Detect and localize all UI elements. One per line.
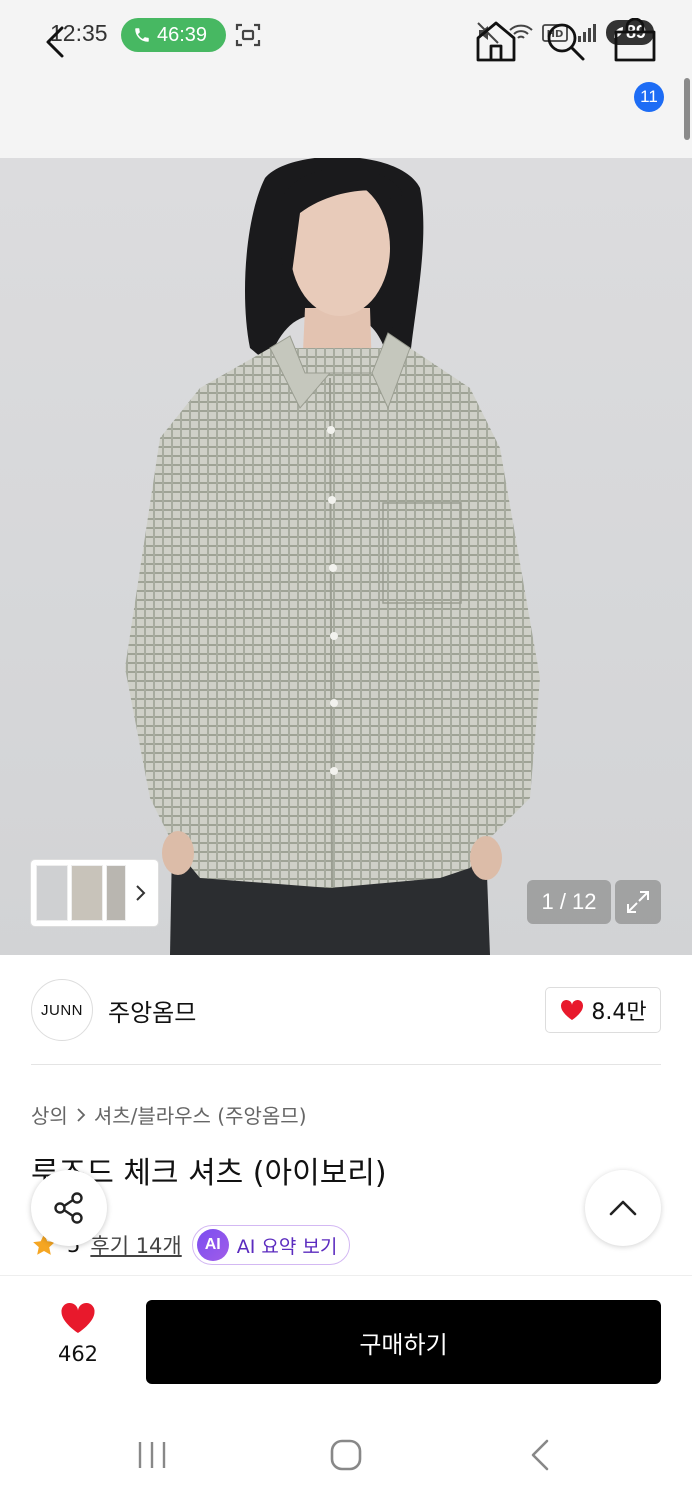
breadcrumb: 상의 셔츠/블라우스 (주앙옴므) [31, 1100, 307, 1129]
app-header [0, 68, 692, 158]
chevron-right-icon[interactable] [135, 884, 147, 902]
recents-icon[interactable] [136, 1440, 168, 1470]
share-button[interactable] [31, 1170, 107, 1246]
review-link[interactable]: 후기 14개 [90, 1230, 181, 1260]
back-nav-icon[interactable] [528, 1438, 552, 1472]
brand-like-count: 8.4만 [591, 1000, 647, 1025]
ai-summary-label: AI 요약 보기 [236, 1235, 338, 1258]
chevron-up-icon [609, 1200, 637, 1216]
home-nav-icon[interactable] [329, 1438, 363, 1472]
breadcrumb-item[interactable]: 상의 [31, 1100, 68, 1129]
call-indicator[interactable]: 46:39 [121, 18, 226, 52]
heart-icon [561, 999, 584, 1020]
scroll-top-button[interactable] [585, 1170, 661, 1246]
ai-badge: AI [196, 1229, 229, 1261]
thumbnail[interactable] [71, 865, 103, 921]
model-photo [125, 158, 540, 955]
wishlist-button[interactable]: 462 [40, 1300, 116, 1384]
heart-icon [61, 1302, 95, 1333]
image-counter: 1 / 12 [527, 880, 611, 924]
brand-logo[interactable]: JUNN [31, 979, 93, 1041]
breadcrumb-item[interactable]: 셔츠/블라우스 (주앙옴므) [94, 1100, 307, 1129]
ai-summary-button[interactable]: AI AI 요약 보기 [191, 1225, 351, 1265]
scrollbar[interactable] [684, 78, 690, 140]
chevron-right-icon [77, 1107, 86, 1122]
thumbnail[interactable] [36, 865, 68, 921]
back-button[interactable] [38, 20, 72, 64]
brand-like-button[interactable]: 8.4만 [545, 987, 661, 1033]
status-bar: 12:35 46:39 HD 89 [0, 0, 692, 68]
screenshot-icon [235, 23, 261, 47]
phone-icon [135, 28, 149, 42]
cart-icon[interactable] [612, 18, 658, 64]
wishlist-count: 462 [57, 1342, 99, 1366]
buy-button[interactable]: 구매하기 [146, 1300, 661, 1384]
share-icon [54, 1192, 83, 1224]
expand-button[interactable] [615, 880, 661, 924]
brand-name[interactable]: 주앙옴므 [108, 993, 196, 1028]
divider [31, 1064, 661, 1065]
thumbnail[interactable] [106, 865, 126, 921]
expand-icon [627, 891, 649, 913]
cart-count-badge: 11 [634, 82, 664, 112]
search-icon[interactable] [543, 18, 587, 64]
thumbnail-strip[interactable] [31, 860, 158, 926]
home-icon[interactable] [474, 18, 518, 64]
call-timer: 46:39 [157, 23, 208, 46]
product-image[interactable]: 1 / 12 [0, 158, 692, 955]
